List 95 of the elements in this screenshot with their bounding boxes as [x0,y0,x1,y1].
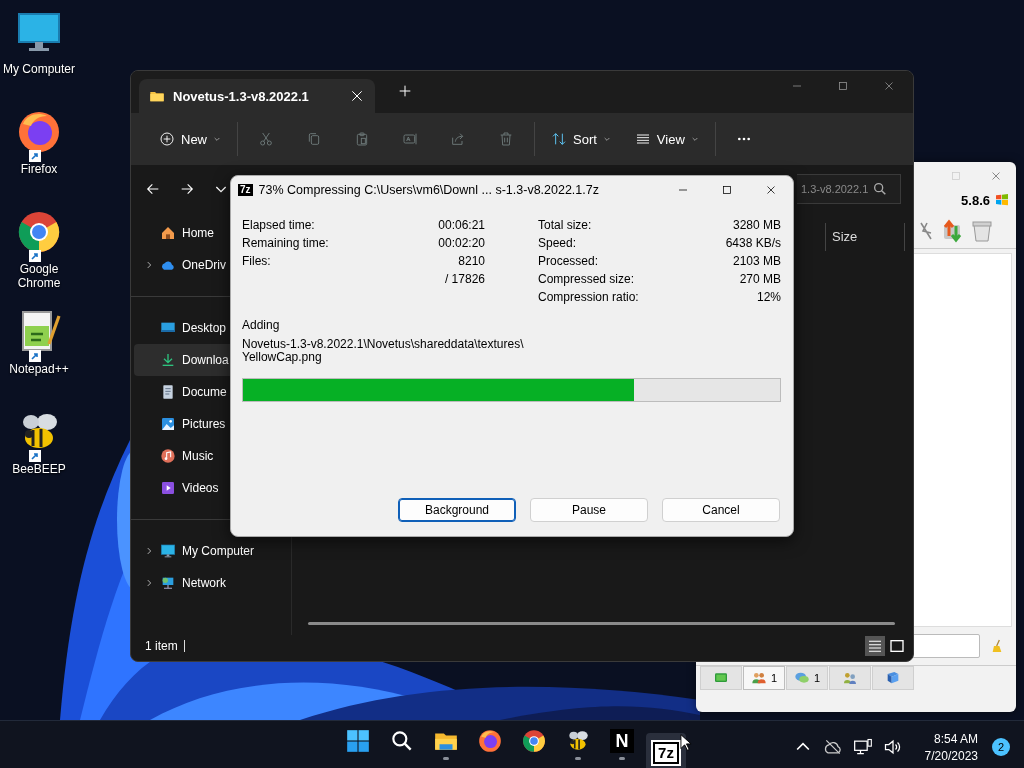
sidebar-item[interactable]: Network [134,567,288,599]
stat-label: Speed: [538,236,578,250]
folder-tab[interactable]: Novetus-1.3-v8.2022.1 [139,79,375,113]
stat-label: Remaining time: [242,236,330,250]
chat-icon [793,670,810,686]
desktop-icon-label[interactable]: Firefox [0,162,78,176]
speaker-icon [882,737,903,757]
notification-badge[interactable]: 2 [992,738,1010,756]
sidebar-item[interactable]: Pictures [134,408,288,440]
stat-value: 12% [755,290,781,304]
stat-label: Compressed size: [538,272,636,286]
sidebar-item[interactable]: My Computer [134,535,288,567]
video-icon [160,480,176,496]
taskbar-button[interactable]: N [602,721,642,761]
stat-value: 6438 KB/s [725,236,781,250]
expand-icon[interactable] [144,546,154,556]
item-count: 1 item [145,639,178,653]
clock[interactable]: 8:54 AM 7/20/2023 [910,731,986,763]
picture-icon [160,416,176,432]
maximize-icon[interactable] [837,80,849,92]
stat-value: 2103 MB [731,254,781,268]
flag-icon [994,192,1010,208]
tab[interactable] [700,666,742,690]
stat-label: Elapsed time: [242,218,316,232]
plus-icon [397,83,413,99]
scrollbar[interactable] [308,622,895,625]
scissors-icon [258,131,274,147]
taskbar-button[interactable]: 7z [646,733,686,768]
cloud-off-icon [822,737,843,757]
forward-icon [179,181,195,197]
search-icon [872,181,888,197]
dialog-button[interactable]: Pause [530,498,648,522]
square-icon [889,638,905,654]
desktop-icon-label[interactable]: Notepad++ [0,362,78,376]
stat-value: 8210 [457,254,485,268]
back-icon [145,181,161,197]
dialog-button[interactable]: Cancel [662,498,780,522]
stat-value: 3280 MB [731,218,781,232]
sidebar-item[interactable]: Music [134,440,288,472]
rename-icon [402,131,418,147]
network-icon [852,737,873,757]
view-button[interactable]: View [626,123,707,155]
chrome-icon [521,728,547,754]
stat-label: Processed: [538,254,600,268]
stat-value: 00:06:21 [438,218,485,232]
new-button[interactable]: New [151,123,229,155]
share-icon [450,131,466,147]
column-header[interactable]: Size [825,223,905,251]
sidebar-item[interactable]: Videos [134,472,288,504]
dialog-button[interactable]: Background [398,498,516,522]
dialog-title: 73% Compressing C:\Users\vm6\Downl ... s-1.3-v8.2022.1.7z [258,183,600,197]
music-icon [160,448,176,464]
desktop-icon-label[interactable]: BeeBEEP [0,462,78,476]
stat-value: 00:02:20 [438,236,485,250]
address-text: 1.3-v8.2022.1 [801,183,869,195]
group-icon [842,670,858,686]
desktop-icon-label[interactable]: My Computer [0,62,78,76]
stat-value: 270 MB [738,272,781,286]
maximize-icon[interactable] [721,184,733,196]
sort-button[interactable]: Sort [543,123,619,155]
monitor-icon [160,543,176,559]
list-icon [867,638,883,654]
windows-logo-icon [345,728,371,754]
close-icon[interactable] [349,88,365,104]
app-logo: 7z [238,184,253,196]
expand-icon[interactable] [144,578,154,588]
address-field[interactable]: 1.3-v8.2022.1 [797,174,901,204]
trash-icon [498,131,514,147]
stat-label: Files: [242,254,272,268]
network-icon [160,575,176,591]
sort-icon [551,131,567,147]
tab[interactable]: 1 [743,666,785,690]
action-label: Adding [242,318,281,332]
people-icon [750,670,767,686]
stat-label: Total size: [538,218,593,232]
stat-value: / 17826 [443,272,485,286]
sidebar-item[interactable]: Docume [134,376,288,408]
version-label: 5.8.6 [961,192,990,208]
mouse-pointer-icon [680,733,692,752]
document-icon [160,384,176,400]
firefox-icon [477,728,503,754]
download-icon [160,352,176,368]
list-icon [634,131,651,147]
stat-label: Compression ratio: [538,290,640,304]
tab[interactable] [872,666,914,690]
desktop-icon-label[interactable]: Google Chrome [0,262,78,290]
close-icon[interactable] [765,184,777,196]
house-icon [160,225,176,241]
details-view-button[interactable] [865,636,885,656]
tab[interactable]: 1 [786,666,828,690]
expand-icon[interactable] [144,260,154,270]
copy-icon [306,131,322,147]
clipboard-icon [354,131,370,147]
status-divider [183,640,185,652]
plus-circle-icon [159,131,175,147]
